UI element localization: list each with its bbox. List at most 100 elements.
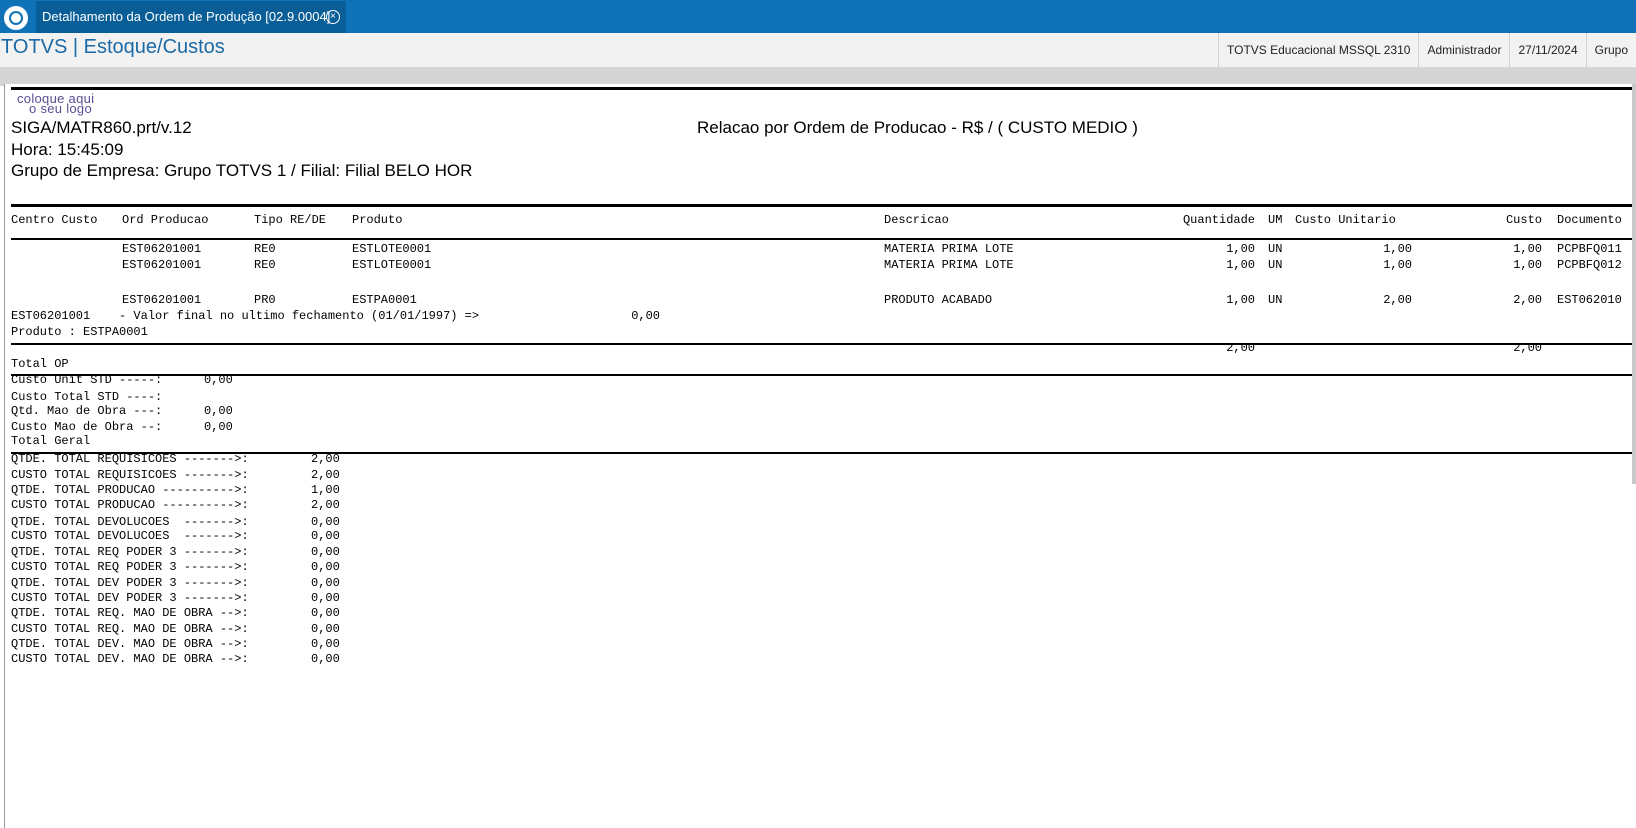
- report-text: MATERIA PRIMA LOTE: [884, 258, 1014, 272]
- report-text: 2,00: [311, 498, 340, 512]
- report-text: 1,00: [1383, 258, 1412, 272]
- report-text: PCPBFQ011: [1557, 242, 1622, 256]
- divider: [11, 204, 1636, 207]
- report-text: CUSTO TOTAL REQ. MAO DE OBRA -->:: [11, 622, 249, 636]
- report-text: o seu logo: [29, 101, 92, 116]
- session-info: TOTVS Educacional MSSQL 2310 Administrad…: [1218, 33, 1636, 67]
- report-text: 0,00: [311, 560, 340, 574]
- report-text: 0,00: [311, 637, 340, 651]
- col-um: UM: [1268, 213, 1283, 227]
- report-text: CUSTO TOTAL REQ PODER 3 ------->:: [11, 560, 249, 574]
- tab-detalhamento[interactable]: Detalhamento da Ordem de Produção [02.9.…: [36, 1, 346, 33]
- app-header: TOTVS | Estoque/Custos TOTVS Educacional…: [0, 33, 1636, 68]
- close-icon[interactable]: ×: [326, 10, 340, 24]
- report-text: ESTLOTE0001: [352, 242, 432, 256]
- report-text: Qtd. Mao de Obra ---:: [11, 404, 163, 418]
- col-custo: Custo: [1505, 213, 1542, 227]
- report-company: Grupo de Empresa: Grupo TOTVS 1 / Filial…: [11, 161, 473, 180]
- produto-line: Produto : ESTPA0001: [11, 325, 148, 339]
- report-text: 0,00: [311, 652, 340, 666]
- report-text: ESTLOTE0001: [352, 258, 432, 272]
- report-text: 2,00: [311, 468, 340, 482]
- divider: [11, 87, 1636, 90]
- report-text: EST062010: [1557, 293, 1622, 307]
- report-text: 1,00: [1513, 258, 1542, 272]
- total-geral-label: Total Geral: [11, 434, 91, 448]
- report-text: 2,00: [1513, 293, 1542, 307]
- report-text: PRODUTO ACABADO: [884, 293, 993, 307]
- report-text: 1,00: [1226, 242, 1255, 256]
- report-text: 1,00: [1513, 242, 1542, 256]
- report-text: 1,00: [1226, 258, 1255, 272]
- report-text: QTDE. TOTAL REQUISICOES ------->:: [11, 452, 249, 466]
- report-text: 0,00: [311, 545, 340, 559]
- report-text: PCPBFQ012: [1557, 258, 1622, 272]
- total-quantidade: 2,00: [1226, 341, 1255, 355]
- tab-title: Detalhamento da Ordem de Produção [02.9.…: [42, 9, 331, 24]
- report-text: CUSTO TOTAL DEV. MAO DE OBRA -->:: [11, 652, 249, 666]
- report-text: EST06201001: [122, 293, 202, 307]
- report-text: 1,00: [311, 483, 340, 497]
- report-text: CUSTO TOTAL REQUISICOES ------->:: [11, 468, 249, 482]
- valor-final-value: 0,00: [631, 309, 660, 323]
- divider: [11, 452, 1636, 454]
- report-text: QTDE. TOTAL DEVOLUCOES ------->:: [11, 515, 249, 529]
- divider: [11, 374, 1636, 376]
- report-program: SIGA/MATR860.prt/v.12: [11, 118, 192, 137]
- col-custo-unitario: Custo Unitario: [1295, 213, 1396, 227]
- report-logo: coloque aqui o seu logo: [17, 92, 94, 116]
- report-text: UN: [1268, 293, 1283, 307]
- divider: [11, 238, 1636, 240]
- report-text: QTDE. TOTAL PRODUCAO ---------->:: [11, 483, 249, 497]
- col-tipo: Tipo RE/DE: [254, 213, 327, 227]
- col-descricao: Descricao: [884, 213, 949, 227]
- report-text: 0,00: [311, 606, 340, 620]
- totvs-logo-icon[interactable]: [4, 6, 28, 30]
- report-text: RE0: [254, 258, 276, 272]
- date-label[interactable]: 27/11/2024: [1509, 33, 1585, 67]
- report-text: QTDE. TOTAL DEV. MAO DE OBRA -->:: [11, 637, 249, 651]
- report-text: Custo Mao de Obra --:: [11, 420, 163, 434]
- total-custo: 2,00: [1513, 341, 1542, 355]
- report-title: Relacao por Ordem de Producao - R$ / ( C…: [697, 118, 1138, 137]
- report-text: 1,00: [1383, 242, 1412, 256]
- total-op-label: Total OP: [11, 357, 69, 371]
- valor-final-line: EST06201001 - Valor final no ultimo fech…: [11, 309, 480, 323]
- report-text: RE0: [254, 242, 276, 256]
- report-text: 0,00: [311, 529, 340, 543]
- report-time: Hora: 15:45:09: [11, 140, 124, 159]
- report-text: 0,00: [204, 420, 233, 434]
- report-text: ESTPA0001: [352, 293, 417, 307]
- report-text: 1,00: [1226, 293, 1255, 307]
- report-page: coloque aqui o seu logo SIGA/MATR860.prt…: [4, 84, 1636, 828]
- report-text: CUSTO TOTAL DEV PODER 3 ------->:: [11, 591, 249, 605]
- report-text: 0,00: [311, 622, 340, 636]
- report-text: 0,00: [311, 591, 340, 605]
- col-ord-producao: Ord Producao: [122, 213, 209, 227]
- report-text: 0,00: [311, 576, 340, 590]
- report-text: 2,00: [1383, 293, 1412, 307]
- report-text: UN: [1268, 258, 1283, 272]
- col-centro-custo: Centro Custo: [11, 213, 98, 227]
- col-documento: Documento: [1557, 213, 1622, 227]
- divider: [11, 343, 1636, 345]
- environment-label[interactable]: TOTVS Educacional MSSQL 2310: [1218, 33, 1418, 67]
- report-text: 0,00: [204, 373, 233, 387]
- report-text: Custo Total STD ----:: [11, 390, 163, 404]
- user-label[interactable]: Administrador: [1418, 33, 1509, 67]
- vertical-scrollbar[interactable]: [1632, 84, 1636, 484]
- group-label[interactable]: Grupo: [1585, 33, 1636, 67]
- report-text: PR0: [254, 293, 276, 307]
- report-text: CUSTO TOTAL DEVOLUCOES ------->:: [11, 529, 249, 543]
- app-title: TOTVS | Estoque/Custos: [1, 36, 225, 58]
- report-text: UN: [1268, 242, 1283, 256]
- report-text: 2,00: [311, 452, 340, 466]
- col-produto: Produto: [352, 213, 403, 227]
- report-text: MATERIA PRIMA LOTE: [884, 242, 1014, 256]
- report-text: QTDE. TOTAL REQ. MAO DE OBRA -->:: [11, 606, 249, 620]
- report-text: 0,00: [204, 404, 233, 418]
- report-text: CUSTO TOTAL PRODUCAO ---------->:: [11, 498, 249, 512]
- report-text: EST06201001: [122, 258, 202, 272]
- report-text: 0,00: [311, 515, 340, 529]
- title-bar: Detalhamento da Ordem de Produção [02.9.…: [0, 0, 1636, 33]
